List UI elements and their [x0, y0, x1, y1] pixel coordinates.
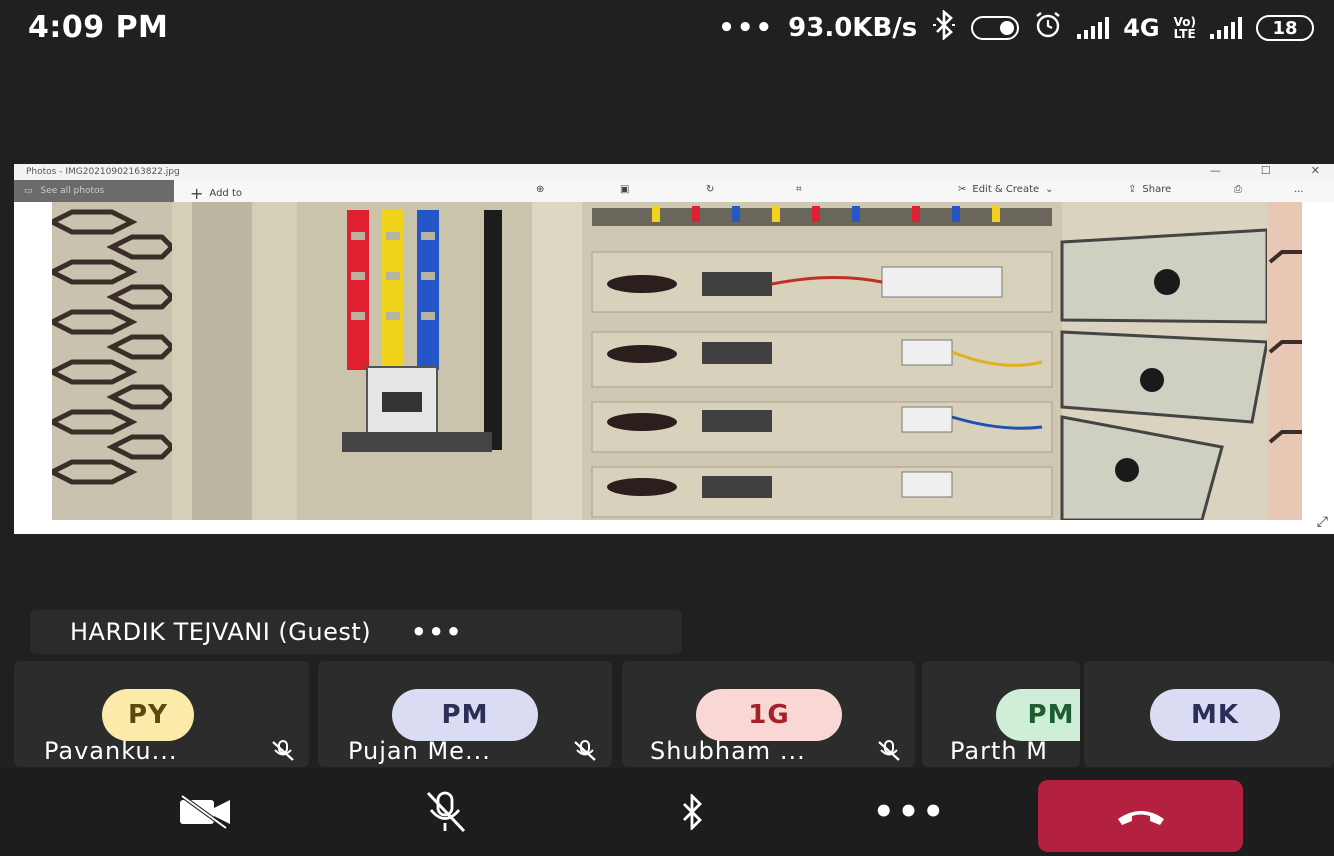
close-icon: ✕: [1310, 164, 1320, 177]
mic-toggle-button[interactable]: [390, 768, 500, 856]
mic-off-icon: [572, 739, 598, 767]
more-options: ...: [1294, 184, 1304, 195]
image-icon: ▭: [24, 186, 33, 196]
participant-name: Shubham ...: [650, 737, 806, 765]
share-icon: ⇪: [1128, 184, 1137, 195]
alarm-icon: [1033, 10, 1063, 47]
leave-call-button[interactable]: [1038, 780, 1243, 852]
avatar: MK: [1150, 689, 1280, 741]
hang-up-icon: [1117, 811, 1164, 825]
battery-icon: 18: [1256, 15, 1314, 41]
delete-icon: ▣: [620, 184, 630, 195]
volte-icon: Vo) LTE: [1173, 15, 1196, 41]
network-speed: 93.0KB/s: [788, 13, 918, 43]
edit-icon: ✂: [958, 184, 967, 195]
expand-icon: ⤢: [1316, 514, 1328, 530]
rotate-icon: ↻: [706, 184, 715, 195]
participant-tile[interactable]: 1G Shubham ...: [622, 661, 915, 767]
status-icons: ••• 93.0KB/s 4G Vo) LTE 18: [718, 8, 1314, 48]
photo-toolbar: ▭ See all photos + Add to ⊕ ▣ ↻ ⌗ ✂ Edit…: [14, 180, 1334, 203]
electrical-panel-photo: [52, 202, 1302, 520]
participant-name: Parth M: [950, 737, 1048, 765]
mic-off-icon: [270, 739, 296, 767]
avatar: 1G: [696, 689, 842, 741]
avatar: PM: [996, 689, 1080, 741]
signal-icon-1: [1077, 17, 1110, 39]
crop-icon: ⌗: [796, 184, 802, 195]
presenter-name: HARDIK TEJVANI (Guest): [70, 618, 372, 646]
bluetooth-icon: [683, 794, 702, 830]
status-bar: 4:09 PM ••• 93.0KB/s 4G Vo) LTE 18: [0, 0, 1334, 56]
presenter-more-button[interactable]: •••: [411, 618, 463, 646]
participant-tile[interactable]: MK: [1084, 661, 1334, 767]
signal-icon-2: [1210, 17, 1242, 39]
mic-off-icon: [426, 791, 466, 833]
maximize-icon: ☐: [1260, 164, 1271, 177]
window-title: Photos - IMG20210902163822.jpg: [14, 164, 1334, 180]
share-button: ⇪ Share: [1128, 184, 1172, 195]
network-type: 4G: [1123, 14, 1160, 42]
chevron-down-icon: ⌄: [1045, 184, 1054, 195]
notification-dots: •••: [718, 13, 775, 43]
shared-screen[interactable]: Photos - IMG20210902163822.jpg — ☐ ✕ ▭ S…: [14, 164, 1334, 534]
bluetooth-audio-button[interactable]: [642, 768, 742, 856]
print-icon: ⎙: [1234, 184, 1242, 195]
mic-off-icon: [876, 739, 902, 767]
panel-photo-illustration: [52, 202, 1302, 520]
participant-tile[interactable]: PY Pavanku...: [14, 661, 309, 767]
participant-strip: PY Pavanku... PM Pujan Me... 1G Shubham …: [0, 661, 1334, 767]
zoom-icon: ⊕: [536, 184, 545, 195]
presenter-label[interactable]: HARDIK TEJVANI (Guest) •••: [30, 610, 682, 654]
avatar: PY: [102, 689, 194, 741]
camera-off-icon: [180, 794, 230, 830]
status-time: 4:09 PM: [28, 10, 169, 45]
minimize-icon: —: [1209, 164, 1221, 177]
bluetooth-icon: [931, 8, 957, 47]
more-options-button[interactable]: •••: [860, 768, 960, 856]
plus-icon: +: [190, 184, 204, 203]
data-saver-icon: [971, 16, 1020, 40]
avatar: PM: [392, 689, 538, 741]
edit-create-button: ✂ Edit & Create ⌄: [958, 184, 1054, 195]
participant-tile[interactable]: PM Pujan Me...: [318, 661, 612, 767]
participant-name: Pujan Me...: [348, 737, 491, 765]
see-all-photos-button: ▭ See all photos: [14, 180, 174, 202]
add-to-button: + Add to: [190, 184, 242, 203]
participant-name: Pavanku...: [44, 737, 178, 765]
participant-tile[interactable]: PM Parth M: [922, 661, 1080, 767]
meeting-screen: 4:09 PM ••• 93.0KB/s 4G Vo) LTE 18 Photo…: [0, 0, 1334, 856]
window-controls: — ☐ ✕: [1210, 164, 1320, 177]
camera-toggle-button[interactable]: [150, 768, 260, 856]
